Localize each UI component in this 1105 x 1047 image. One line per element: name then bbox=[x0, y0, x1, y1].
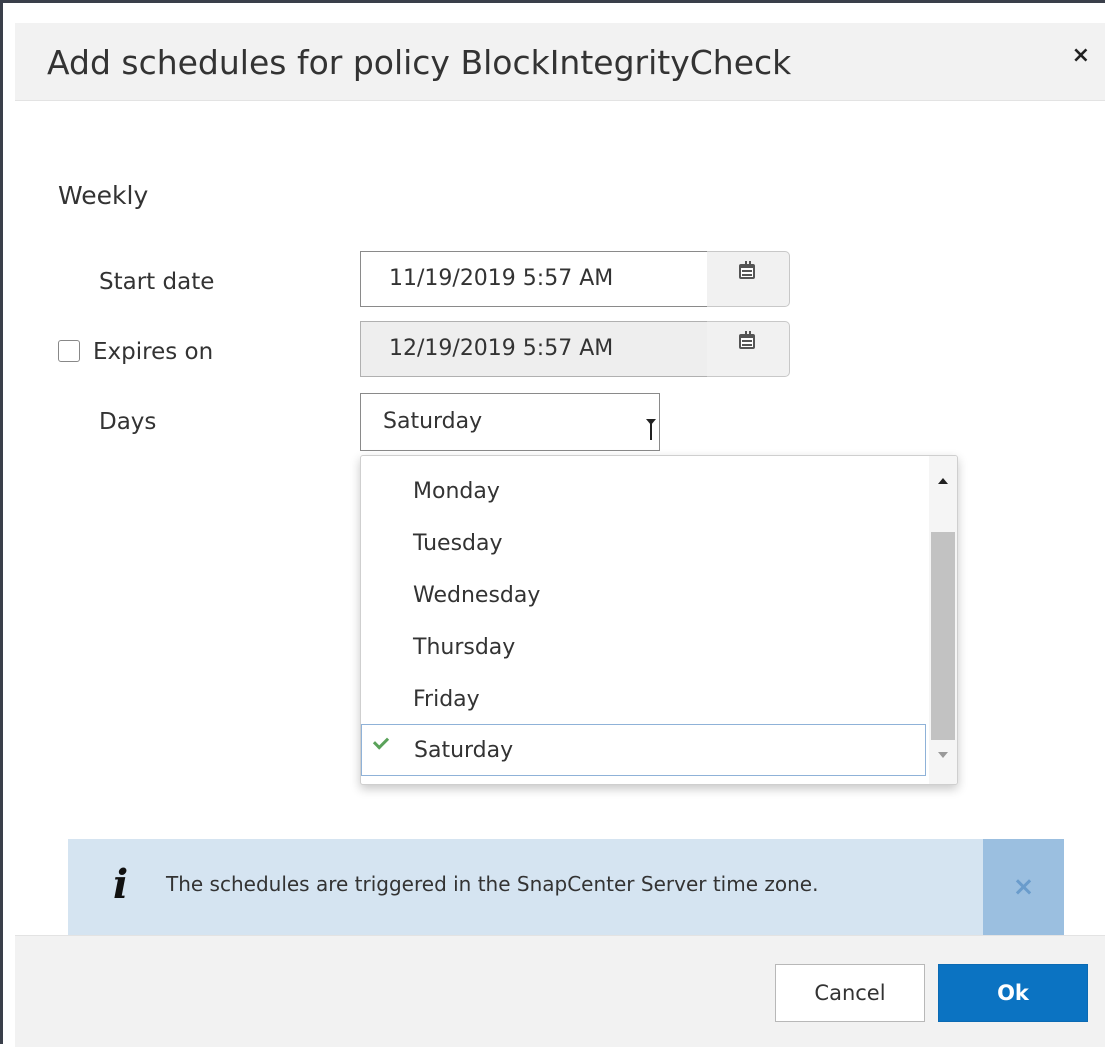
scroll-up-icon[interactable] bbox=[938, 478, 948, 484]
days-dropdown-list: Monday Tuesday Wednesday Thursday Friday… bbox=[360, 455, 958, 785]
info-text: The schedules are triggered in the SnapC… bbox=[166, 872, 819, 896]
start-date-field[interactable]: 11/19/2019 5:57 AM bbox=[360, 251, 708, 307]
day-option-saturday[interactable]: Saturday bbox=[361, 724, 926, 776]
expires-on-checkbox[interactable] bbox=[58, 340, 80, 362]
cancel-button[interactable]: Cancel bbox=[775, 964, 925, 1022]
start-date-calendar-button[interactable] bbox=[707, 251, 790, 307]
dialog-frame: Add schedules for policy BlockIntegrityC… bbox=[0, 0, 1105, 1047]
ok-button[interactable]: Ok bbox=[938, 964, 1088, 1022]
scroll-down-icon[interactable] bbox=[938, 752, 948, 758]
info-banner: i The schedules are triggered in the Sna… bbox=[68, 839, 1064, 935]
close-icon[interactable]: × bbox=[1072, 43, 1090, 68]
days-select[interactable]: Saturday bbox=[360, 393, 660, 451]
dropdown-scrollbar[interactable] bbox=[929, 456, 957, 784]
dialog-header: Add schedules for policy BlockIntegrityC… bbox=[15, 23, 1105, 101]
scroll-thumb[interactable] bbox=[931, 532, 955, 740]
day-option-wednesday[interactable]: Wednesday bbox=[361, 570, 926, 622]
checkmark-icon bbox=[372, 733, 390, 750]
day-option-monday[interactable]: Monday bbox=[361, 466, 926, 518]
expires-on-group: 12/19/2019 5:57 AM bbox=[360, 321, 790, 377]
expires-on-field[interactable]: 12/19/2019 5:57 AM bbox=[360, 321, 708, 377]
info-close-button[interactable]: × bbox=[983, 839, 1064, 935]
info-icon: i bbox=[113, 861, 129, 908]
day-option-saturday-label: Saturday bbox=[414, 738, 514, 763]
dialog-footer: Cancel Ok bbox=[15, 935, 1105, 1047]
start-date-group: 11/19/2019 5:57 AM bbox=[360, 251, 790, 307]
day-option-thursday[interactable]: Thursday bbox=[361, 622, 926, 674]
days-selected-value: Saturday bbox=[383, 409, 483, 434]
day-option-tuesday[interactable]: Tuesday bbox=[361, 518, 926, 570]
days-label: Days bbox=[99, 409, 157, 435]
expires-on-label: Expires on bbox=[93, 339, 214, 365]
chevron-down-icon bbox=[646, 419, 656, 425]
expires-on-calendar-button[interactable] bbox=[707, 321, 790, 377]
start-date-label: Start date bbox=[99, 269, 215, 295]
section-title-weekly: Weekly bbox=[58, 181, 149, 210]
calendar-icon bbox=[739, 331, 755, 349]
day-option-friday[interactable]: Friday bbox=[361, 674, 926, 726]
calendar-icon bbox=[739, 261, 755, 279]
dialog-title: Add schedules for policy BlockIntegrityC… bbox=[47, 43, 792, 82]
